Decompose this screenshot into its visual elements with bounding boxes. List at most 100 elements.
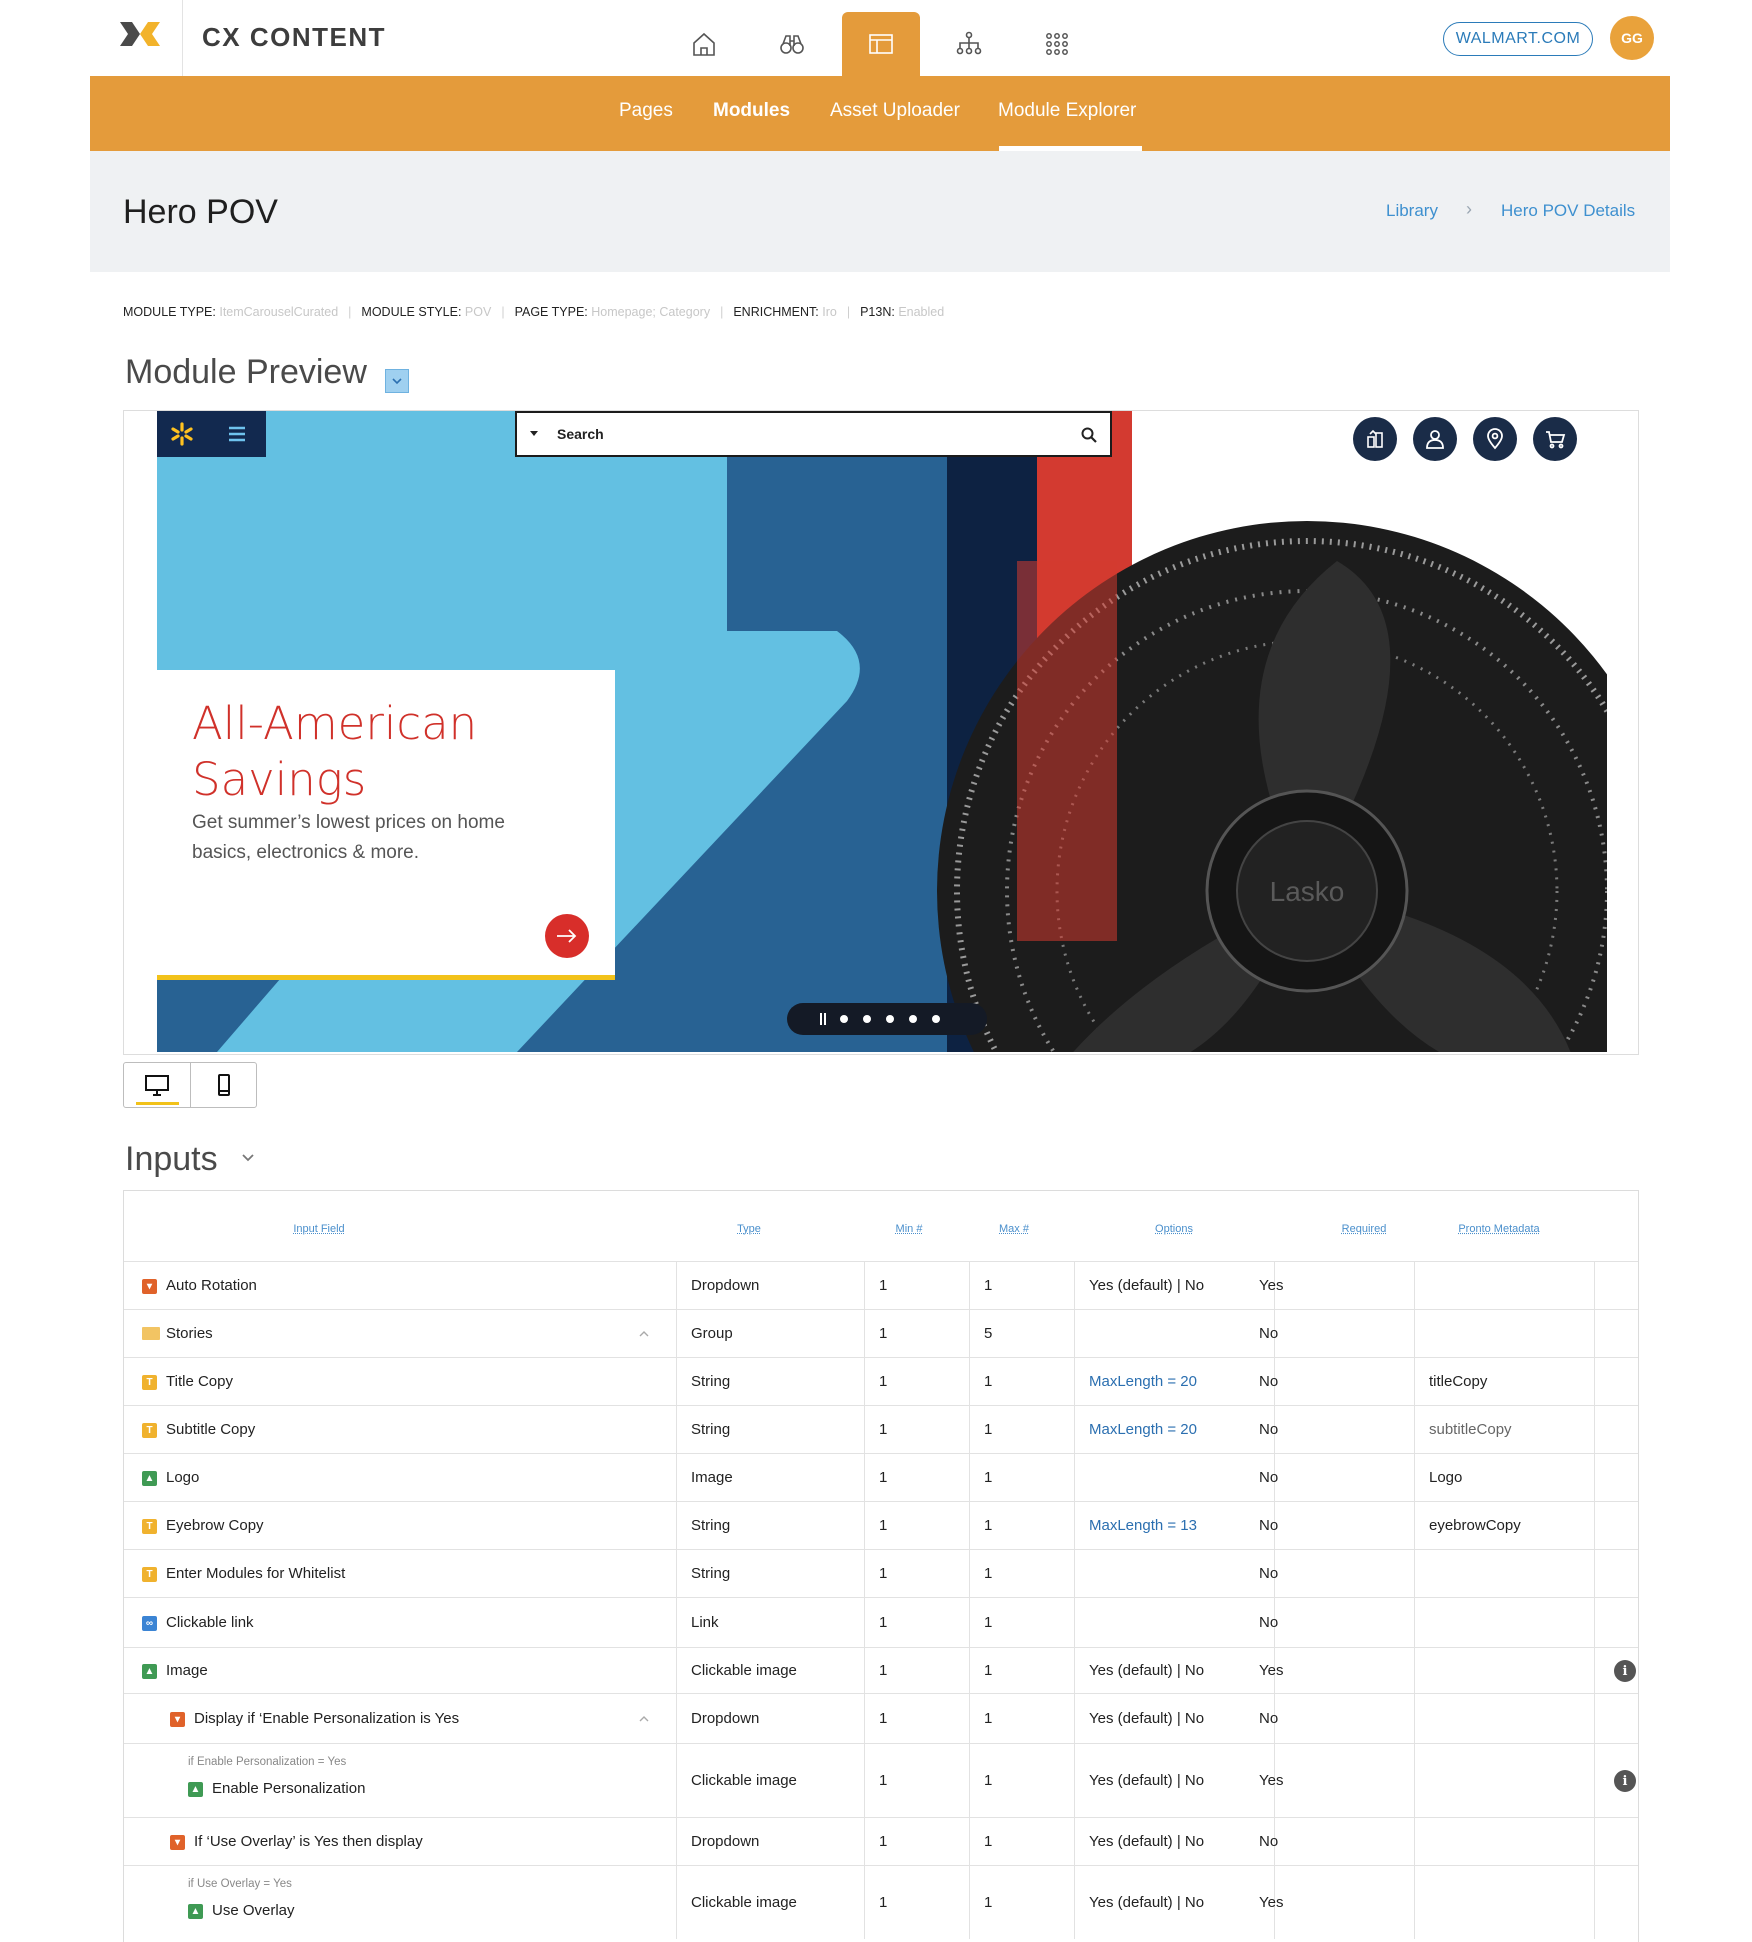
desktop-view-button[interactable]	[124, 1063, 190, 1107]
header-divider	[182, 0, 183, 76]
table-row[interactable]: T Subtitle Copy String 1 1 MaxLength = 20 No su…	[124, 1405, 1638, 1453]
text-icon: T	[142, 1375, 157, 1390]
hero-banner[interactable]: Lasko Search All-American Savings Get su…	[157, 411, 1607, 1052]
col-header-max[interactable]: Max #	[984, 1223, 1044, 1235]
row-field-name: Logo	[166, 1469, 200, 1486]
row-type: Clickable image	[691, 1894, 797, 1911]
table-row[interactable]: ∞ Clickable link Link 1 1 No	[124, 1597, 1638, 1647]
row-min: 1	[879, 1469, 888, 1486]
pager-dot[interactable]	[886, 1015, 894, 1023]
search-icon[interactable]	[1080, 426, 1098, 444]
preview-collapse-toggle[interactable]	[385, 369, 409, 393]
hero-account-button[interactable]	[1413, 417, 1457, 461]
pager-dot[interactable]	[840, 1015, 848, 1023]
column-divider	[1074, 1818, 1075, 1865]
row-min: 1	[879, 1833, 888, 1850]
user-avatar[interactable]: GG	[1610, 16, 1654, 60]
account-selector-button[interactable]: WALMART.COM	[1443, 22, 1593, 56]
column-divider	[1594, 1598, 1595, 1647]
table-row[interactable]: if Use Overlay = Yes ▲ Use Overlay Clickabl…	[124, 1865, 1638, 1939]
nav-explore[interactable]	[753, 12, 831, 76]
column-divider	[864, 1694, 865, 1743]
column-divider	[864, 1818, 865, 1865]
column-divider	[969, 1648, 970, 1693]
carousel-pager[interactable]	[787, 1003, 987, 1035]
hero-reorder-button[interactable]	[1353, 417, 1397, 461]
table-row[interactable]: ▾ Display if ‘Enable Personalization is Y…	[124, 1693, 1638, 1743]
binoculars-icon	[780, 35, 804, 54]
fan-brand-label: Lasko	[1270, 876, 1345, 907]
row-required: No	[1259, 1710, 1279, 1727]
info-icon[interactable]: i	[1614, 1660, 1636, 1682]
nav-sitemap[interactable]	[930, 12, 1008, 76]
nav-modules[interactable]	[842, 12, 920, 76]
hero-store-button[interactable]	[1473, 417, 1517, 461]
cx-logo-icon[interactable]	[118, 18, 162, 56]
info-icon[interactable]: i	[1614, 1770, 1636, 1792]
subnav-modules[interactable]: Modules	[713, 100, 790, 122]
chevron-up-icon[interactable]	[638, 1713, 650, 1725]
column-divider	[1074, 1694, 1075, 1743]
row-options: Yes (default) | No	[1089, 1833, 1205, 1850]
column-divider	[864, 1406, 865, 1453]
nav-apps[interactable]	[1018, 12, 1096, 76]
column-divider	[1594, 1358, 1595, 1405]
chevron-up-icon[interactable]	[638, 1328, 650, 1340]
row-max: 1	[984, 1614, 993, 1631]
pager-dot[interactable]	[863, 1015, 871, 1023]
table-row[interactable]: T Enter Modules for Whitelist String 1 1 No	[124, 1549, 1638, 1597]
apps-grid-icon	[1046, 33, 1068, 55]
dropdown-icon: ▾	[170, 1835, 185, 1850]
row-max: 1	[984, 1373, 993, 1390]
text-icon: T	[142, 1423, 157, 1438]
col-header-input-field[interactable]: Input Field	[284, 1223, 354, 1235]
nav-home[interactable]	[665, 12, 743, 76]
hero-search-bar[interactable]: Search	[515, 411, 1112, 457]
row-min: 1	[879, 1710, 888, 1727]
row-required: No	[1259, 1469, 1279, 1486]
pause-icon[interactable]	[820, 1013, 826, 1025]
table-row[interactable]: ▾ Auto Rotation Dropdown 1 1 Yes (default) | …	[124, 1261, 1638, 1309]
table-row[interactable]: if Enable Personalization = Yes ▲ Enable P…	[124, 1743, 1638, 1817]
column-divider	[969, 1454, 970, 1501]
subnav-module-explorer[interactable]: Module Explorer	[998, 100, 1136, 122]
subnav-asset-uploader[interactable]: Asset Uploader	[830, 100, 960, 122]
mobile-view-button[interactable]	[190, 1063, 256, 1107]
spark-logo-icon[interactable]	[169, 421, 195, 447]
table-row[interactable]: T Eyebrow Copy String 1 1 MaxLength = 13 No eye…	[124, 1501, 1638, 1549]
row-type: Dropdown	[691, 1833, 760, 1850]
subnav-pages[interactable]: Pages	[619, 100, 673, 122]
hero-cta-button[interactable]	[545, 914, 589, 958]
table-row[interactable]: ▲ Image Clickable image 1 1 Yes (default) | N…	[124, 1647, 1638, 1693]
table-row[interactable]: ▲ Logo Image 1 1 No Logo	[124, 1453, 1638, 1501]
column-divider	[1414, 1550, 1415, 1597]
column-divider	[864, 1262, 865, 1309]
table-row[interactable]: T Title Copy String 1 1 MaxLength = 20 No title…	[124, 1357, 1638, 1405]
col-header-required[interactable]: Required	[1329, 1223, 1399, 1235]
image-icon: ▲	[188, 1904, 203, 1919]
col-header-type[interactable]: Type	[724, 1223, 774, 1235]
row-max: 5	[984, 1325, 993, 1342]
dropdown-caret-icon[interactable]	[529, 430, 539, 438]
col-header-pronto-metadata[interactable]: Pronto Metadata	[1444, 1223, 1554, 1235]
table-row[interactable]: Stories Group 1 5 No	[124, 1309, 1638, 1357]
column-divider	[1414, 1262, 1415, 1309]
chevron-down-icon[interactable]	[240, 1152, 256, 1164]
sub-navigation: Pages Modules Asset Uploader Module Expl…	[90, 76, 1670, 151]
menu-icon[interactable]	[227, 424, 247, 444]
breadcrumb-library[interactable]: Library	[1386, 201, 1438, 221]
col-header-min[interactable]: Min #	[879, 1223, 939, 1235]
pager-dot[interactable]	[932, 1015, 940, 1023]
image-icon: ▲	[188, 1782, 203, 1797]
table-row[interactable]: ▾ If ‘Use Overlay’ is Yes then display Dro…	[124, 1817, 1638, 1865]
column-divider	[1074, 1648, 1075, 1693]
column-divider	[676, 1818, 677, 1865]
breadcrumb-current[interactable]: Hero POV Details	[1501, 201, 1635, 221]
hero-cart-button[interactable]	[1533, 417, 1577, 461]
col-header-options[interactable]: Options	[1144, 1223, 1204, 1235]
column-divider	[864, 1866, 865, 1939]
row-max: 1	[984, 1469, 993, 1486]
pager-dot[interactable]	[909, 1015, 917, 1023]
row-required: No	[1259, 1421, 1279, 1438]
column-divider	[1594, 1818, 1595, 1865]
